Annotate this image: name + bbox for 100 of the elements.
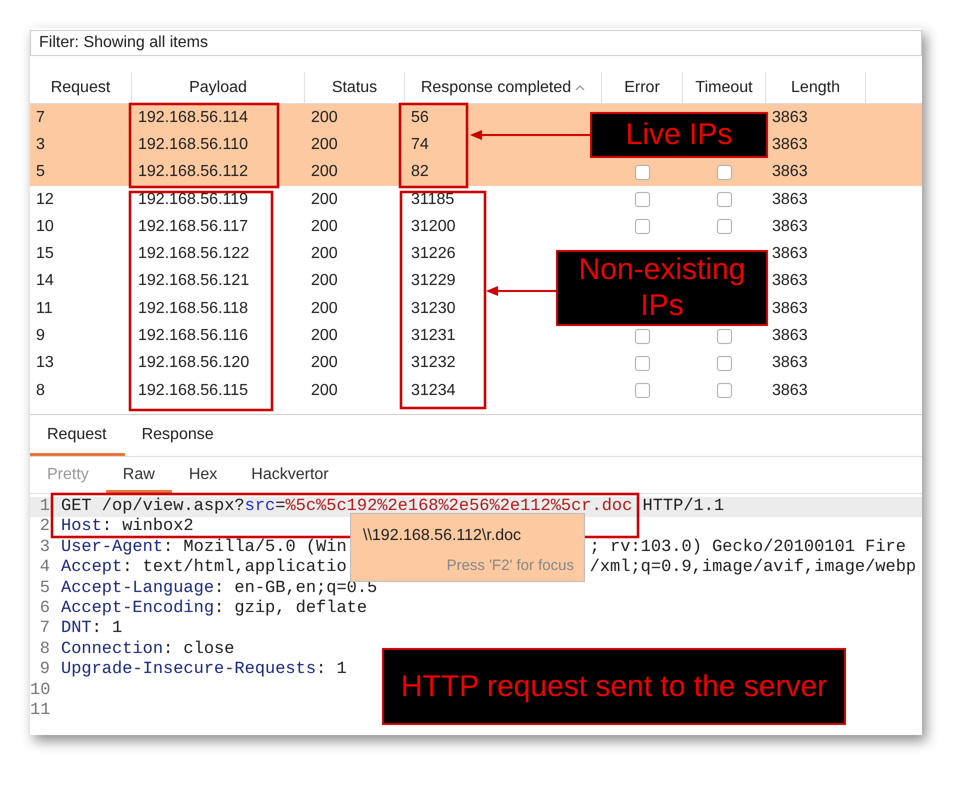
table-cell: 56 [411, 108, 429, 126]
table-cell: 192.168.56.119 [138, 190, 248, 208]
line-number: 9 [38, 660, 50, 681]
column-header[interactable]: Timeout [683, 72, 766, 103]
table-cell: 200 [311, 245, 338, 262]
table-cell: 3863 [772, 327, 808, 344]
table-cell: 7 [36, 108, 45, 126]
checkbox[interactable] [635, 219, 650, 234]
tab[interactable]: Hex [172, 463, 234, 493]
column-header[interactable]: Length [766, 72, 866, 103]
column-header[interactable]: Response completed [405, 72, 602, 103]
code-line: DNT: 1 [61, 619, 122, 640]
popup-text: \\192.168.56.112\r.doc [362, 526, 522, 546]
checkbox[interactable] [635, 383, 650, 398]
table-cell: 9 [36, 327, 45, 344]
popup-hint: Press 'F2' for focus [446, 556, 574, 576]
tab[interactable]: Hackvertor [234, 463, 346, 493]
table-cell: 192.168.56.114 [138, 108, 248, 126]
column-header[interactable]: Request [30, 72, 132, 103]
table-cell: 200 [311, 300, 338, 317]
checkbox[interactable] [635, 192, 650, 208]
column-header[interactable]: Payload [132, 72, 305, 103]
table-cell: 200 [311, 272, 338, 290]
checkbox[interactable] [717, 192, 732, 208]
line-number: 6 [38, 598, 50, 620]
column-header[interactable]: Error [602, 72, 683, 103]
checkbox[interactable] [717, 164, 732, 180]
table-cell: 192.168.56.117 [138, 218, 248, 235]
checkbox[interactable] [717, 328, 732, 344]
tab[interactable]: Response [124, 423, 232, 456]
table-cell: 31234 [411, 382, 456, 399]
table-cell: 200 [311, 218, 338, 235]
table-cell: 200 [311, 190, 338, 208]
line-number: 7 [38, 619, 50, 640]
table-cell: 3863 [772, 272, 808, 290]
table-cell: 3863 [772, 245, 808, 262]
table-cell: 3863 [772, 382, 808, 399]
line-number: 10 [30, 680, 50, 701]
table-cell: 10 [36, 218, 54, 235]
tab[interactable]: Raw [106, 463, 172, 493]
table-cell: 192.168.56.116 [138, 327, 248, 344]
filter-bar[interactable]: Filter: Showing all items [30, 30, 922, 56]
tab[interactable]: Request [30, 423, 125, 456]
line-number: 11 [30, 700, 50, 722]
checkbox[interactable] [717, 356, 732, 371]
line-number: 3 [38, 538, 50, 558]
table-cell: 11 [36, 300, 53, 317]
table-cell: 13 [36, 354, 54, 372]
table-cell: 192.168.56.118 [138, 300, 248, 317]
table-cell: 31185 [411, 190, 454, 208]
code-line: Host: winbox2 [61, 517, 194, 538]
checkbox[interactable] [635, 356, 650, 371]
code-line: /xml;q=0.9,image/avif,image/webp [590, 558, 916, 579]
checkbox[interactable] [717, 383, 732, 398]
callout-tooltip: Live IPs [590, 112, 768, 158]
table-cell: 192.168.56.120 [138, 354, 250, 372]
arrow [486, 286, 556, 296]
table-cell: 3 [36, 136, 45, 153]
checkbox[interactable] [635, 164, 650, 180]
checkbox[interactable] [635, 328, 650, 344]
table-cell: 31230 [411, 300, 456, 317]
code-line: Accept-Encoding: gzip, deflate [61, 598, 368, 620]
callout-tooltip: HTTP request sent to the server [382, 648, 846, 725]
table-cell: 3863 [772, 136, 808, 153]
table-cell: 200 [311, 354, 338, 372]
line-number: 5 [38, 578, 50, 599]
table-cell: 192.168.56.121 [138, 272, 250, 290]
table-cell: 31232 [411, 354, 456, 372]
table-row[interactable]: 5 192.168.56.112 200 82 3863 [30, 158, 922, 186]
column-header[interactable]: Status [305, 72, 405, 103]
table-cell: 192.168.56.112 [138, 163, 248, 180]
table-cell: 200 [311, 382, 338, 399]
table-cell: 15 [36, 245, 54, 262]
table-cell: 12 [36, 190, 54, 208]
code-line: Connection: close [61, 640, 234, 660]
code-line: User-Agent: Mozilla/5.0 (Win [61, 538, 347, 558]
callout-tooltip: Non-existing IPs [556, 250, 768, 326]
table-cell: 200 [311, 163, 338, 180]
table-cell: 192.168.56.110 [138, 136, 248, 153]
table-cell: 31231 [411, 327, 456, 344]
table-cell: 74 [411, 136, 429, 153]
table-cell: 82 [411, 163, 429, 180]
table-cell: 3863 [772, 108, 808, 126]
table-cell: 3863 [772, 163, 808, 180]
line-number: 2 [38, 517, 50, 538]
table-cell: 200 [311, 108, 338, 126]
line-number: 8 [38, 640, 50, 660]
table-cell: 192.168.56.115 [138, 382, 248, 399]
table-cell: 14 [36, 272, 54, 290]
table-cell: 31200 [411, 218, 456, 235]
line-number: 1 [38, 497, 50, 518]
table-cell: 8 [36, 382, 45, 399]
code-line: Accept-Language: en-GB,en;q=0.5 [61, 578, 378, 599]
table-cell: 200 [311, 136, 338, 153]
checkbox[interactable] [717, 219, 732, 234]
table-cell: 3863 [772, 354, 808, 372]
table-cell: 3863 [772, 300, 808, 317]
table-cell: 31226 [411, 245, 456, 262]
table-cell: 192.168.56.122 [138, 245, 250, 262]
table-cell: 5 [36, 163, 45, 180]
